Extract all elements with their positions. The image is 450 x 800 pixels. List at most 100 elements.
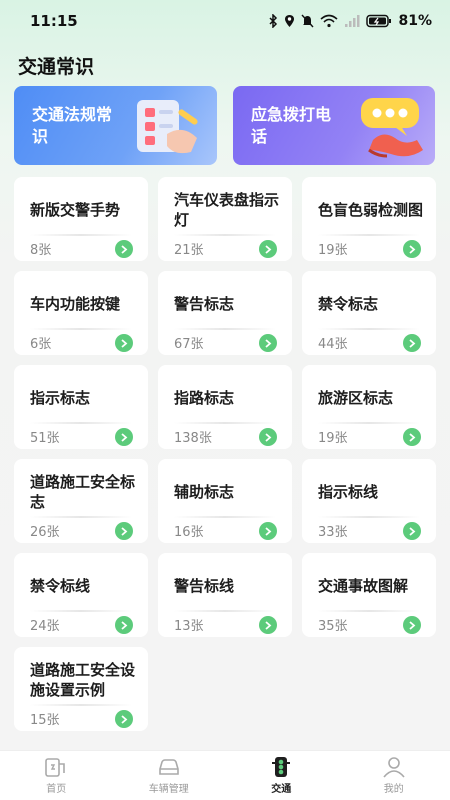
checklist-clipboard-icon [137, 100, 198, 154]
card-guide-signs[interactable]: 指路标志 138张 [158, 365, 292, 449]
traffic-light-icon [272, 757, 291, 777]
card-roadwork-facilities[interactable]: 道路施工安全设施设置示例 15张 [14, 647, 148, 731]
card-divider [174, 234, 276, 236]
card-title: 交通事故图解 [318, 577, 409, 595]
wifi-icon [320, 14, 339, 28]
emergency-call-banner[interactable]: 应急拨打电话 [233, 86, 435, 165]
card-color-blind-test[interactable]: 色盲色弱检测图 19张 [302, 177, 436, 261]
nav-home[interactable]: 首页 [11, 756, 101, 795]
card-divider [30, 610, 132, 612]
bluetooth-icon [269, 14, 278, 28]
card-police-gestures[interactable]: 新版交警手势 8张 [14, 177, 148, 261]
card-count: 13张 [174, 619, 204, 634]
page-title: 交通常识 [18, 56, 95, 78]
traffic-law-banner-label: 交通法规常识 [32, 105, 113, 146]
card-divider [174, 422, 276, 424]
card-title: 色盲色弱检测图 [318, 201, 424, 219]
card-accident-diagrams[interactable]: 交通事故图解 35张 [302, 553, 436, 637]
card-title: 警告标志 [174, 295, 235, 313]
card-tourist-signs[interactable]: 旅游区标志 19张 [302, 365, 436, 449]
card-title: 道路施工安全设施设置示例 [30, 661, 136, 699]
card-divider [174, 516, 276, 518]
card-count: 19张 [318, 243, 348, 258]
card-count: 24张 [30, 619, 60, 634]
chevron-right-icon[interactable] [403, 616, 421, 634]
card-divider [30, 516, 132, 518]
card-count: 67张 [174, 337, 204, 352]
status-time: 11:15 [30, 12, 78, 30]
nav-label: 车辆管理 [148, 784, 189, 795]
battery-level: 81% [398, 13, 432, 29]
card-divider [30, 422, 132, 424]
card-count: 8张 [30, 243, 52, 258]
card-divider [30, 704, 132, 706]
chevron-right-icon[interactable] [259, 616, 277, 634]
emergency-call-banner-label: 应急拨打电话 [251, 105, 332, 146]
card-title: 警告标线 [174, 577, 235, 595]
nav-vehicle[interactable]: 车辆管理 [124, 756, 214, 795]
nav-traffic[interactable]: 交通 [236, 756, 326, 795]
card-divider [30, 234, 132, 236]
status-icons: 81% [269, 13, 432, 29]
card-indication-signs[interactable]: 指示标志 51张 [14, 365, 148, 449]
car-icon [158, 759, 179, 775]
chevron-right-icon[interactable] [115, 428, 133, 446]
card-divider [318, 610, 420, 612]
phone-chat-icon [361, 98, 423, 158]
card-divider [318, 516, 420, 518]
card-divider [30, 328, 132, 330]
card-prohibition-signs[interactable]: 禁令标志 44张 [302, 271, 436, 355]
card-warning-markings[interactable]: 警告标线 13张 [158, 553, 292, 637]
chevron-right-icon[interactable] [115, 616, 133, 634]
traffic-law-banner[interactable]: 交通法规常识 [14, 86, 217, 165]
card-warning-signs[interactable]: 警告标志 67张 [158, 271, 292, 355]
card-count: 19张 [318, 431, 348, 446]
card-count: 6张 [30, 337, 52, 352]
user-icon [383, 757, 405, 778]
card-divider [174, 328, 276, 330]
card-title: 旅游区标志 [318, 389, 394, 407]
card-dashboard-lights[interactable]: 汽车仪表盘指示灯 21张 [158, 177, 292, 261]
nav-label: 首页 [46, 784, 67, 795]
chevron-right-icon[interactable] [403, 240, 421, 258]
card-count: 51张 [30, 431, 60, 446]
chevron-right-icon[interactable] [115, 334, 133, 352]
chevron-right-icon[interactable] [259, 522, 277, 540]
card-divider [174, 610, 276, 612]
card-count: 138张 [174, 431, 212, 446]
card-auxiliary-signs[interactable]: 辅助标志 16张 [158, 459, 292, 543]
chevron-right-icon[interactable] [259, 334, 277, 352]
chevron-right-icon[interactable] [403, 334, 421, 352]
card-count: 21张 [174, 243, 204, 258]
chevron-right-icon[interactable] [115, 522, 133, 540]
card-car-buttons[interactable]: 车内功能按键 6张 [14, 271, 148, 355]
chevron-right-icon[interactable] [115, 240, 133, 258]
chevron-right-icon[interactable] [403, 428, 421, 446]
card-title: 禁令标线 [30, 577, 91, 595]
card-prohibition-markings[interactable]: 禁令标线 24张 [14, 553, 148, 637]
card-title: 新版交警手势 [30, 201, 121, 219]
card-title: 指示标线 [318, 483, 379, 501]
chevron-right-icon[interactable] [259, 428, 277, 446]
card-title: 辅助标志 [174, 483, 235, 501]
card-title: 指示标志 [30, 389, 91, 407]
nav-profile[interactable]: 我的 [349, 756, 439, 795]
mute-icon [301, 14, 315, 28]
card-title: 禁令标志 [318, 295, 379, 313]
chevron-right-icon[interactable] [115, 710, 133, 728]
card-divider [318, 422, 420, 424]
chevron-right-icon[interactable] [403, 522, 421, 540]
card-count: 15张 [30, 713, 60, 728]
nav-label: 我的 [383, 784, 404, 795]
home-icon [45, 758, 66, 777]
card-count: 26张 [30, 525, 60, 540]
card-roadwork-signs[interactable]: 道路施工安全标志 26张 [14, 459, 148, 543]
chevron-right-icon[interactable] [259, 240, 277, 258]
bottom-nav: 首页 车辆管理 交通 我的 [0, 750, 450, 800]
card-divider [318, 328, 420, 330]
card-divider [318, 234, 420, 236]
card-count: 16张 [174, 525, 204, 540]
nav-label: 交通 [271, 784, 292, 795]
card-indication-markings[interactable]: 指示标线 33张 [302, 459, 436, 543]
signal-icon [345, 15, 360, 27]
